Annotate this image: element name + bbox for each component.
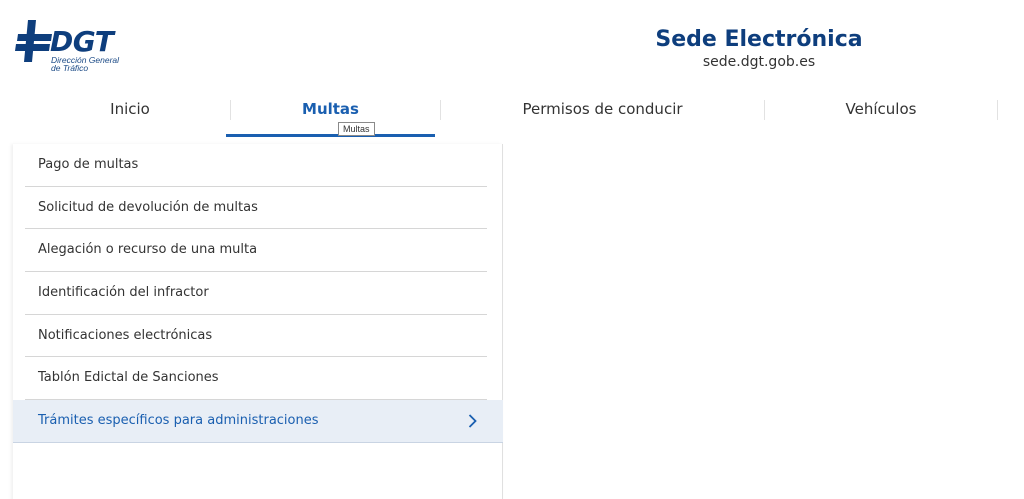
- menu-item-devolucion-multas[interactable]: Solicitud de devolución de multas: [25, 187, 487, 230]
- logo-subtitle-line2: de Tráfico: [51, 63, 89, 73]
- main-nav: Inicio Multas Permisos de conducir Vehíc…: [0, 94, 1024, 137]
- menu-item-identificacion-infractor[interactable]: Identificación del infractor: [25, 272, 487, 315]
- nav-item-multas[interactable]: Multas: [226, 94, 435, 137]
- dgt-logo[interactable]: DGT Dirección General de Tráfico: [14, 20, 134, 90]
- nav-separator: [997, 100, 998, 120]
- menu-item-notificaciones[interactable]: Notificaciones electrónicas: [25, 315, 487, 358]
- menu-item-alegacion-recurso[interactable]: Alegación o recurso de una multa: [25, 229, 487, 273]
- nav-item-inicio[interactable]: Inicio: [30, 94, 230, 130]
- logo-brand: DGT: [50, 25, 114, 58]
- site-title[interactable]: Sede Electrónica: [600, 27, 918, 52]
- menu-item-tablon-edictal[interactable]: Tablón Edictal de Sanciones: [25, 357, 487, 401]
- logo-subtitle: Dirección General de Tráfico: [51, 56, 141, 73]
- submenu-list: Pago de multas Solicitud de devolución d…: [13, 144, 503, 443]
- site-url: sede.dgt.gob.es: [702, 54, 816, 70]
- nav-tooltip: Multas: [338, 122, 375, 136]
- menu-item-tramites-administraciones[interactable]: Trámites específicos para administracion…: [13, 400, 503, 443]
- nav-item-permisos[interactable]: Permisos de conducir: [441, 94, 764, 130]
- menu-item-label: Trámites específicos para administracion…: [38, 413, 319, 429]
- nav-item-vehiculos[interactable]: Vehículos: [765, 94, 997, 130]
- dgt-logo-icon: [15, 20, 52, 62]
- menu-item-pago-multas[interactable]: Pago de multas: [25, 144, 487, 187]
